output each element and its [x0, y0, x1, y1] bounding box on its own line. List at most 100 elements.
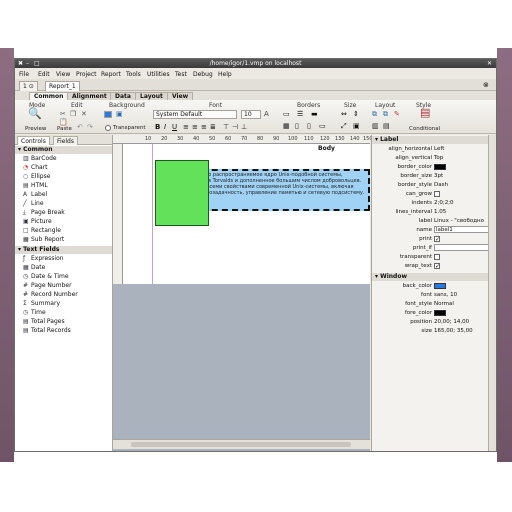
size-fit-icon[interactable]: ⤢	[341, 122, 347, 130]
tab-alignment[interactable]: Alignment	[67, 92, 112, 100]
size-width-icon[interactable]: ⇔	[341, 110, 347, 118]
toolbox-item[interactable]: ◷ Date & Time	[23, 273, 69, 281]
menu-report[interactable]: Report	[101, 71, 121, 78]
preview-icon[interactable]: 🔍	[28, 108, 42, 119]
border-style-icon[interactable]: ▭	[283, 110, 290, 118]
text-fields-header[interactable]: ▾ Text Fields	[15, 246, 112, 254]
toolbox-item[interactable]: ▥ BarCode	[23, 155, 57, 163]
border-color-swatch[interactable]	[434, 164, 446, 170]
menu-project[interactable]: Project	[76, 71, 97, 78]
font-style-value[interactable]: Normal	[434, 301, 454, 307]
copy-icon[interactable]: ❐	[70, 110, 76, 118]
label-value[interactable]: Linux - "свободно	[434, 218, 484, 224]
tab-home[interactable]: 1 ⊙	[19, 81, 38, 91]
menu-file[interactable]: File	[19, 71, 29, 78]
font-name-select[interactable]: System Default	[153, 110, 237, 119]
valign-top-icon[interactable]: ⊤	[223, 123, 229, 131]
report-page[interactable]: Body Linux — свободно распространяемое я…	[123, 144, 370, 284]
bold-button[interactable]: B	[155, 123, 160, 131]
group-icon[interactable]: ▥	[372, 122, 379, 130]
menu-debug[interactable]: Debug	[193, 71, 213, 78]
font-color-icon[interactable]: A	[264, 110, 269, 118]
rectangle-element[interactable]	[155, 160, 209, 226]
menu-edit[interactable]: Edit	[38, 71, 50, 78]
underline-button[interactable]: U	[172, 123, 177, 131]
align-center-icon[interactable]: ≡	[192, 123, 198, 131]
size-same-icon[interactable]: ▣	[353, 122, 360, 130]
ungroup-icon[interactable]: ▤	[383, 122, 390, 130]
border-style-value[interactable]: Dash	[434, 182, 448, 188]
background-fill-icon[interactable]: ▣	[116, 110, 123, 118]
align-vertical-value[interactable]: Top	[434, 155, 443, 161]
valign-bottom-icon[interactable]: ⊥	[241, 123, 247, 131]
font-value[interactable]: sans, 10	[434, 292, 457, 298]
menu-tools[interactable]: Tools	[126, 71, 141, 78]
name-input[interactable]: label1	[434, 226, 492, 233]
undo-icon[interactable]: ↶	[77, 123, 83, 131]
toolbox-item[interactable]: □ Rectangle	[23, 227, 61, 235]
redo-icon[interactable]: ↷	[87, 123, 93, 131]
align-left-icon[interactable]: ≡	[183, 123, 189, 131]
tab-common[interactable]: Common	[29, 92, 69, 100]
transparent-checkbox[interactable]	[434, 254, 440, 260]
toolbox-item[interactable]: A Label	[23, 191, 47, 199]
menu-help[interactable]: Help	[218, 71, 232, 78]
fore-color-swatch[interactable]	[434, 310, 446, 316]
conditional-icon[interactable]: ▤	[420, 107, 430, 118]
properties-scrollbar[interactable]	[488, 135, 496, 451]
align-right-icon[interactable]: ≡	[201, 123, 207, 131]
toolbox-item[interactable]: ▤ Total Records	[23, 327, 71, 335]
common-header[interactable]: ▾ Common	[15, 146, 112, 154]
design-area[interactable]: 10 20 30 40 50 60 70 80 90 100 110 120 1…	[113, 135, 373, 451]
toolbox-item[interactable]: ▤ Total Pages	[23, 318, 65, 326]
lines-interval-value[interactable]: 1.05	[434, 209, 446, 215]
toolbox-item[interactable]: ▣ Picture	[23, 218, 52, 226]
border-all-icon[interactable]: ▦	[283, 122, 290, 130]
pin-icon[interactable]: ✎	[394, 110, 400, 118]
tab-view[interactable]: View	[167, 92, 194, 100]
toolbox-item[interactable]: ◷ Time	[23, 309, 46, 317]
valign-middle-icon[interactable]: ⊣	[232, 123, 238, 131]
size-value[interactable]: 165,00; 35,00	[434, 328, 473, 334]
can-grow-checkbox[interactable]	[434, 191, 440, 197]
border-top-icon[interactable]: ▭	[319, 122, 326, 130]
toolbox-item[interactable]: ◔ Chart	[23, 164, 48, 172]
justify-icon[interactable]: ≣	[210, 123, 216, 131]
toolbox-item[interactable]: ƒ Expression	[23, 255, 64, 263]
border-right-icon[interactable]: ▯	[307, 122, 311, 130]
border-color-icon[interactable]: ▬	[311, 110, 318, 118]
toolbox-item[interactable]: ▦ Date	[23, 264, 45, 272]
delete-icon[interactable]: ✕	[81, 110, 87, 118]
paste-icon[interactable]: 📋	[59, 118, 68, 126]
send-back-icon[interactable]: ⧉	[383, 110, 388, 118]
scroll-thumb[interactable]	[131, 442, 351, 447]
menu-utilities[interactable]: Utilities	[147, 71, 170, 78]
italic-button[interactable]: I	[164, 123, 166, 131]
close-right-icon[interactable]: ✕	[487, 60, 492, 67]
background-color-button[interactable]	[104, 111, 112, 118]
print-if-input[interactable]	[434, 244, 492, 251]
toolbox-item[interactable]: ▦ Sub Report	[23, 236, 64, 244]
toolbox-item[interactable]: # Page Number	[23, 282, 72, 290]
label-section-header[interactable]: ▾ Label	[372, 136, 496, 144]
align-horizontal-value[interactable]: Left	[434, 146, 444, 152]
tab-controls[interactable]: Controls	[17, 136, 50, 145]
print-checkbox[interactable]: ✓	[434, 236, 440, 243]
transparent-radio[interactable]	[105, 125, 111, 131]
cut-icon[interactable]: ✂	[60, 110, 66, 118]
window-section-header[interactable]: ▾ Window	[372, 273, 496, 281]
position-value[interactable]: 20,00; 14,00	[434, 319, 469, 325]
tab-report[interactable]: Report_1	[45, 81, 80, 91]
border-size-value[interactable]: 3pt	[434, 173, 443, 179]
menu-test[interactable]: Test	[175, 71, 187, 78]
wrap-text-checkbox[interactable]: ✓	[434, 263, 440, 270]
toolbox-item[interactable]: ⤓ Page Break	[23, 209, 65, 217]
close-tab-icon[interactable]: ⊗	[483, 81, 489, 89]
tab-data[interactable]: Data	[110, 92, 136, 100]
bring-front-icon[interactable]: ⧉	[372, 110, 377, 118]
size-height-icon[interactable]: ⇕	[353, 110, 359, 118]
tab-layout[interactable]: Layout	[135, 92, 168, 100]
toolbox-item[interactable]: Σ Summary	[23, 300, 60, 308]
toolbox-item[interactable]: ○ Ellipse	[23, 173, 50, 181]
toolbox-item[interactable]: ▤ HTML	[23, 182, 48, 190]
